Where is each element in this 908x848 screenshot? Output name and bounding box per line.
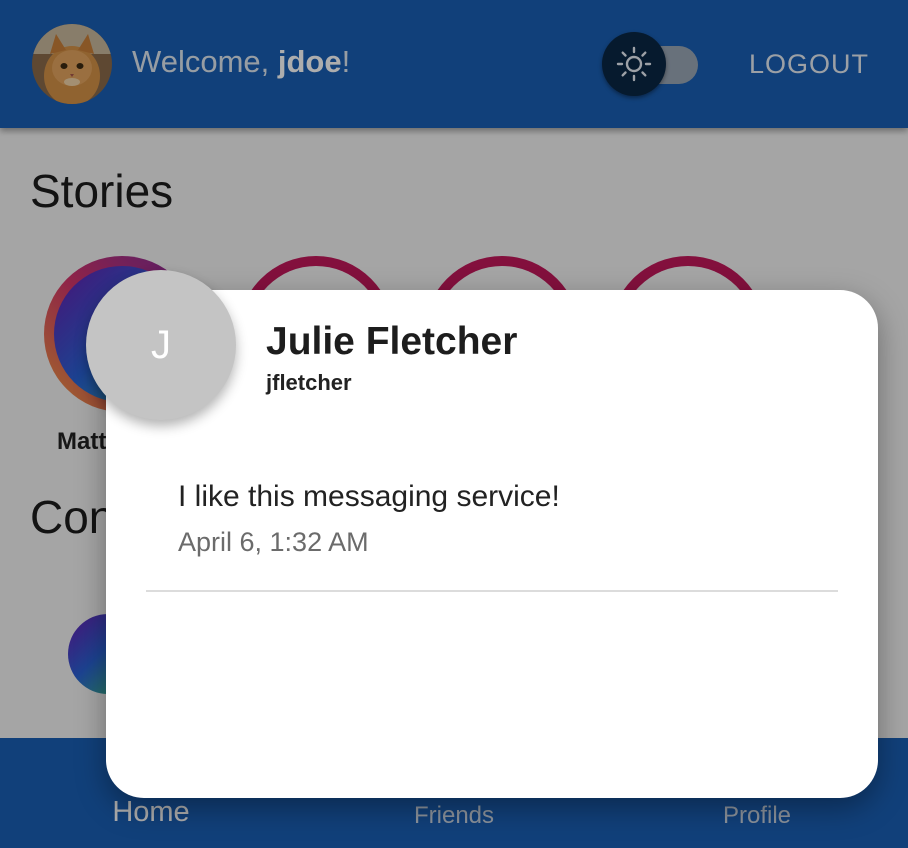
dialog-sender-username: jfletcher	[266, 370, 352, 395]
dialog-message-timestamp: April 6, 1:32 AM	[178, 527, 369, 557]
dialog-sender-name: Julie Fletcher	[266, 320, 518, 363]
dialog-sender-avatar: J	[86, 270, 236, 420]
dialog-message-text: I like this messaging service!	[178, 480, 560, 513]
dialog-avatar-initial: J	[151, 322, 171, 367]
dialog-divider	[146, 590, 838, 592]
